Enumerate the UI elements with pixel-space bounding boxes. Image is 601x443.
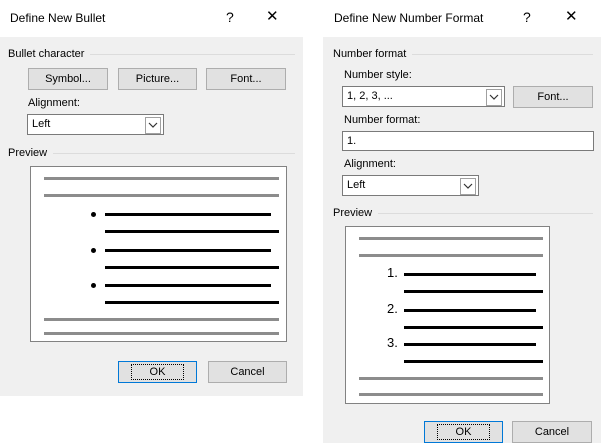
preview-line — [404, 273, 536, 276]
cancel-button[interactable]: Cancel — [208, 361, 287, 383]
preview-line — [359, 254, 543, 257]
preview-line — [404, 309, 536, 312]
section-label: Preview — [333, 207, 373, 219]
alignment-select[interactable]: Left — [342, 175, 479, 196]
ok-button-label: OK — [436, 424, 491, 440]
number-style-select[interactable]: 1, 2, 3, ... — [342, 86, 505, 107]
preview-line — [359, 237, 543, 240]
bullet-icon — [91, 212, 96, 217]
preview-line — [44, 332, 279, 335]
ok-button[interactable]: OK — [118, 361, 197, 383]
define-new-bullet-dialog: Define New Bullet ? ✕ Bullet character S… — [0, 0, 303, 443]
title-bar: Define New Number Format ? ✕ — [323, 0, 601, 37]
divider — [90, 53, 295, 55]
ok-button-label: OK — [130, 364, 185, 380]
preview-number: 3. — [387, 335, 398, 350]
preview-line — [404, 290, 543, 293]
number-style-label: Number style: — [344, 69, 412, 81]
section-label: Bullet character — [8, 48, 85, 60]
font-button-label: Font... — [537, 91, 569, 103]
bullet-character-section: Bullet character — [8, 48, 295, 60]
preview-line — [44, 177, 279, 180]
number-style-value: 1, 2, 3, ... — [347, 90, 393, 102]
section-label: Preview — [8, 147, 48, 159]
number-format-value: 1. — [347, 135, 357, 147]
dialog-title: Define New Number Format — [334, 11, 484, 25]
preview-line — [404, 360, 543, 363]
preview-number: 1. — [387, 265, 398, 280]
preview-line — [105, 284, 271, 287]
picture-button[interactable]: Picture... — [118, 68, 197, 90]
divider — [412, 53, 593, 55]
background — [0, 396, 303, 443]
picture-button-label: Picture... — [135, 73, 180, 85]
bullet-icon — [91, 283, 96, 288]
cancel-button[interactable]: Cancel — [512, 421, 592, 443]
number-format-label: Number format: — [344, 114, 421, 126]
chevron-down-icon[interactable] — [145, 117, 161, 134]
help-icon[interactable]: ? — [226, 8, 234, 26]
alignment-label: Alignment: — [28, 97, 80, 109]
divider — [378, 212, 593, 214]
cancel-button-label: Cancel — [534, 426, 570, 438]
divider — [53, 152, 295, 154]
preview-line — [105, 213, 271, 216]
preview-line — [404, 343, 536, 346]
close-icon[interactable]: ✕ — [565, 8, 578, 26]
title-bar: Define New Bullet ? ✕ — [0, 0, 303, 37]
ok-button[interactable]: OK — [424, 421, 503, 443]
preview-section: Preview — [8, 147, 295, 159]
number-preview-pane: 1. 2. 3. — [345, 226, 550, 404]
preview-number: 2. — [387, 301, 398, 316]
preview-section: Preview — [333, 207, 593, 219]
number-format-section: Number format — [333, 48, 593, 60]
alignment-label: Alignment: — [344, 158, 396, 170]
preview-line — [105, 249, 271, 252]
chevron-down-icon[interactable] — [486, 89, 502, 106]
bullet-icon — [91, 248, 96, 253]
preview-line — [105, 301, 279, 304]
alignment-value: Left — [347, 179, 366, 191]
symbol-button[interactable]: Symbol... — [28, 68, 108, 90]
define-new-number-format-dialog: Define New Number Format ? ✕ Number form… — [323, 0, 601, 443]
close-icon[interactable]: ✕ — [266, 8, 279, 26]
number-format-input[interactable]: 1. — [342, 131, 594, 151]
symbol-button-label: Symbol... — [45, 73, 91, 85]
preview-line — [105, 266, 279, 269]
font-button[interactable]: Font... — [206, 68, 286, 90]
preview-line — [44, 318, 279, 321]
preview-line — [359, 377, 543, 380]
font-button-label: Font... — [230, 73, 262, 85]
background — [303, 0, 323, 443]
preview-line — [105, 230, 279, 233]
chevron-down-icon[interactable] — [460, 178, 476, 195]
section-label: Number format — [333, 48, 407, 60]
dialog-title: Define New Bullet — [10, 11, 106, 25]
preview-line — [404, 326, 543, 329]
font-button[interactable]: Font... — [513, 86, 593, 108]
preview-line — [359, 393, 543, 396]
bullet-preview-pane — [30, 166, 287, 342]
preview-line — [44, 194, 279, 197]
cancel-button-label: Cancel — [230, 366, 265, 378]
alignment-select[interactable]: Left — [27, 114, 164, 135]
alignment-value: Left — [32, 118, 51, 130]
help-icon[interactable]: ? — [523, 8, 531, 26]
